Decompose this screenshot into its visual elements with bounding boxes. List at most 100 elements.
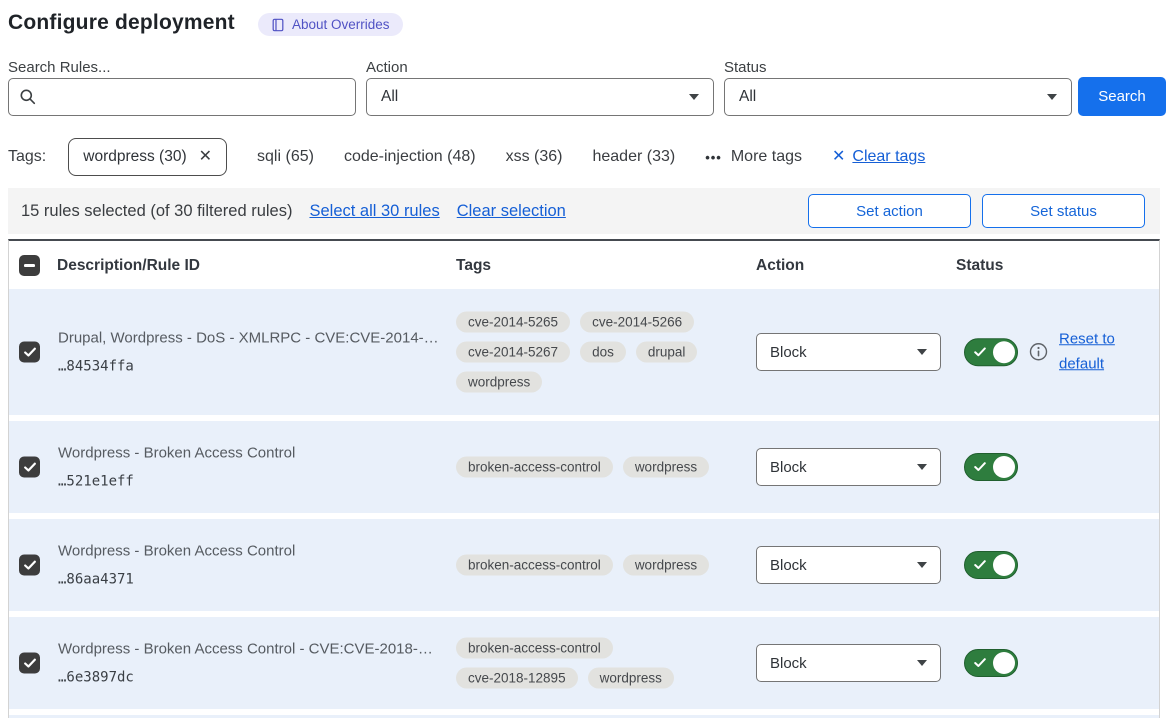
- action-filter-select[interactable]: All: [366, 78, 714, 116]
- search-rules-input[interactable]: [45, 88, 345, 107]
- tags-bar: Tags: wordpress (30) ✕ sqli (65) code-in…: [8, 137, 925, 177]
- status-toggle[interactable]: [964, 453, 1018, 481]
- ellipsis-icon: •••: [705, 150, 722, 165]
- status-filter-value: All: [739, 88, 756, 106]
- clear-icon: ✕: [832, 149, 845, 165]
- remove-tag-icon[interactable]: ✕: [199, 149, 212, 165]
- table-row: Wordpress - Broken Access Control - CVE:…: [9, 617, 1159, 709]
- tag-pill: drupal: [636, 342, 698, 363]
- set-status-button[interactable]: Set status: [982, 194, 1145, 228]
- tag-pill: broken-access-control: [456, 638, 613, 659]
- tag-pill: cve-2014-5266: [580, 312, 694, 333]
- selected-tag-label: wordpress (30): [83, 148, 186, 166]
- tag-pill: wordpress: [588, 668, 674, 689]
- set-action-button[interactable]: Set action: [808, 194, 971, 228]
- tag-pill: cve-2014-5267: [456, 342, 570, 363]
- tag-filter-code-injection[interactable]: code-injection (48): [344, 148, 476, 166]
- tag-filter-header[interactable]: header (33): [592, 148, 675, 166]
- chevron-down-icon: [917, 349, 927, 355]
- about-overrides-badge[interactable]: About Overrides: [258, 13, 403, 36]
- status-filter-select[interactable]: All: [724, 78, 1072, 116]
- rule-description: Drupal, Wordpress - DoS - XMLRPC - CVE:C…: [58, 330, 439, 347]
- rule-action-select[interactable]: Block: [756, 333, 941, 371]
- tag-pill: wordpress: [456, 372, 542, 393]
- check-icon: [24, 347, 36, 357]
- rule-tags-cell: broken-access-control wordpress: [456, 457, 724, 478]
- search-button[interactable]: Search: [1078, 77, 1166, 116]
- rule-id: …86aa4371: [58, 572, 295, 588]
- select-all-link[interactable]: Select all 30 rules: [309, 202, 439, 221]
- rule-tags-cell: broken-access-control cve-2018-12895 wor…: [456, 638, 724, 689]
- rule-action-value: Block: [770, 655, 807, 672]
- indeterminate-icon: [24, 264, 35, 267]
- rule-description-cell: Wordpress - Broken Access Control - CVE:…: [58, 641, 433, 686]
- rule-action-select[interactable]: Block: [756, 546, 941, 584]
- rule-description-cell: Wordpress - Broken Access Control …521e1…: [58, 445, 295, 490]
- tag-pill: wordpress: [623, 555, 709, 576]
- more-tags-button[interactable]: ••• More tags: [705, 148, 802, 166]
- column-header-status: Status: [956, 257, 1003, 275]
- action-filter-label: Action: [366, 59, 408, 76]
- tag-pill: cve-2018-12895: [456, 668, 578, 689]
- check-icon: [974, 347, 986, 357]
- status-toggle[interactable]: [964, 649, 1018, 677]
- rule-description: Wordpress - Broken Access Control: [58, 445, 295, 462]
- rule-description: Wordpress - Broken Access Control: [58, 543, 295, 560]
- status-toggle[interactable]: [964, 338, 1018, 366]
- check-icon: [24, 560, 36, 570]
- chevron-down-icon: [1047, 94, 1057, 100]
- rule-status-cell: Reset to default: [964, 327, 1131, 377]
- row-checkbox[interactable]: [19, 653, 40, 674]
- search-rules-label: Search Rules...: [8, 59, 111, 76]
- chevron-down-icon: [689, 94, 699, 100]
- toggle-knob: [993, 341, 1015, 363]
- tag-pill: cve-2014-5265: [456, 312, 570, 333]
- toggle-knob: [993, 456, 1015, 478]
- row-checkbox[interactable]: [19, 457, 40, 478]
- rule-tags-cell: broken-access-control wordpress: [456, 555, 724, 576]
- tag-filter-xss[interactable]: xss (36): [506, 148, 563, 166]
- more-tags-label: More tags: [731, 148, 802, 166]
- reset-to-default-link[interactable]: Reset to default: [1059, 327, 1131, 377]
- action-filter-value: All: [381, 88, 398, 106]
- info-icon[interactable]: [1029, 343, 1048, 362]
- rules-table: Description/Rule ID Tags Action Status D…: [8, 239, 1160, 718]
- row-checkbox[interactable]: [19, 342, 40, 363]
- row-checkbox[interactable]: [19, 555, 40, 576]
- rule-description-cell: Wordpress - Broken Access Control …86aa4…: [58, 543, 295, 588]
- clear-selection-link[interactable]: Clear selection: [457, 202, 566, 221]
- selected-tag-wordpress[interactable]: wordpress (30) ✕: [68, 138, 227, 176]
- configure-deployment-page: Configure deployment About Overrides Sea…: [0, 0, 1167, 718]
- rule-action-select[interactable]: Block: [756, 448, 941, 486]
- rule-action-select[interactable]: Block: [756, 644, 941, 682]
- check-icon: [24, 462, 36, 472]
- clear-tags-label: Clear tags: [852, 148, 925, 166]
- selection-bar: 15 rules selected (of 30 filtered rules)…: [8, 188, 1160, 234]
- tag-filter-sqli[interactable]: sqli (65): [257, 148, 314, 166]
- rule-tags-cell: cve-2014-5265 cve-2014-5266 cve-2014-526…: [456, 312, 724, 393]
- clear-tags-link[interactable]: ✕ Clear tags: [832, 148, 925, 166]
- rule-status-cell: [964, 551, 1018, 579]
- table-header: Description/Rule ID Tags Action Status: [9, 241, 1159, 289]
- toggle-knob: [993, 652, 1015, 674]
- chevron-down-icon: [917, 464, 927, 470]
- column-header-action: Action: [756, 257, 804, 275]
- rule-action-value: Block: [770, 459, 807, 476]
- tag-pill: broken-access-control: [456, 555, 613, 576]
- chevron-down-icon: [917, 660, 927, 666]
- tag-pill: wordpress: [623, 457, 709, 478]
- check-icon: [974, 658, 986, 668]
- rule-action-value: Block: [770, 557, 807, 574]
- rule-description-cell: Drupal, Wordpress - DoS - XMLRPC - CVE:C…: [58, 330, 439, 375]
- select-all-checkbox[interactable]: [19, 255, 40, 276]
- tag-pill: broken-access-control: [456, 457, 613, 478]
- rule-action-value: Block: [770, 344, 807, 361]
- table-row: Drupal, Wordpress - DoS - XMLRPC - CVE:C…: [9, 289, 1159, 415]
- selection-summary: 15 rules selected (of 30 filtered rules): [21, 202, 292, 221]
- book-icon: [271, 18, 285, 32]
- chevron-down-icon: [917, 562, 927, 568]
- status-filter-label: Status: [724, 59, 767, 76]
- rule-id: …521e1eff: [58, 474, 295, 490]
- column-header-tags: Tags: [456, 257, 491, 275]
- status-toggle[interactable]: [964, 551, 1018, 579]
